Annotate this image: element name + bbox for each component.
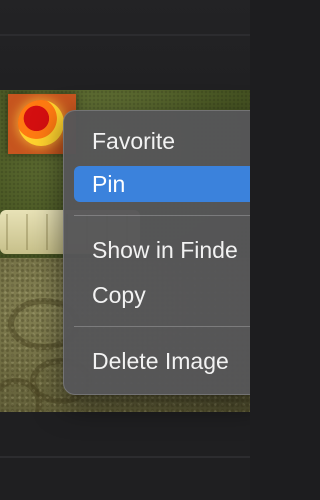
photo-lamp	[18, 100, 64, 146]
menu-item-delete-image[interactable]: Delete Image	[74, 343, 250, 379]
menu-item-show-in-finder[interactable]: Show in Finde	[74, 232, 250, 268]
bottom-divider	[0, 456, 250, 458]
bottom-area	[0, 412, 250, 500]
menu-separator	[74, 215, 250, 216]
toolbar-divider	[0, 34, 250, 36]
context-menu: Favorite Pin Show in Finde Copy Delete I…	[63, 110, 250, 395]
top-toolbar-area	[0, 0, 250, 90]
menu-item-copy[interactable]: Copy	[74, 277, 250, 313]
menu-separator	[74, 326, 250, 327]
menu-item-favorite[interactable]: Favorite	[74, 123, 250, 159]
menu-item-pin[interactable]: Pin	[74, 166, 250, 202]
app-window: Favorite Pin Show in Finde Copy Delete I…	[0, 0, 250, 500]
